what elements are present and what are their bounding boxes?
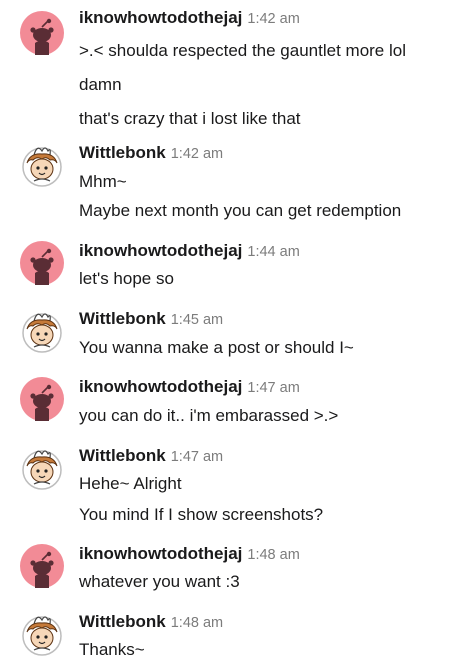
username[interactable]: Wittlebonk [79, 612, 166, 631]
message-header: iknowhowtodothejaj 1:42 am [79, 8, 300, 28]
message-header: Wittlebonk 1:42 am [79, 143, 223, 163]
username[interactable]: iknowhowtodothejaj [79, 241, 242, 260]
timestamp: 1:48 am [170, 615, 224, 631]
custom-character-avatar-icon[interactable] [20, 446, 64, 490]
message-text: let's hope so [79, 269, 174, 288]
message-text: You wanna make a post or should I~ [79, 338, 354, 357]
custom-character-avatar-icon[interactable] [20, 309, 64, 353]
message-text: Thanks~ [79, 640, 145, 659]
snoo-pink-avatar-icon[interactable] [20, 11, 64, 55]
username[interactable]: Wittlebonk [79, 143, 166, 162]
message-header: iknowhowtodothejaj 1:44 am [79, 241, 300, 261]
snoo-pink-avatar-icon[interactable] [20, 241, 64, 285]
username[interactable]: Wittlebonk [79, 446, 166, 465]
username[interactable]: iknowhowtodothejaj [79, 544, 242, 563]
username[interactable]: iknowhowtodothejaj [79, 377, 242, 396]
message-text: that's crazy that i lost like that [79, 109, 301, 128]
timestamp: 1:45 am [170, 312, 224, 328]
timestamp: 1:47 am [247, 380, 300, 396]
message-text: Mhm~ [79, 172, 127, 191]
message-header: iknowhowtodothejaj 1:48 am [79, 544, 300, 564]
snoo-pink-avatar-icon[interactable] [20, 377, 64, 421]
timestamp: 1:48 am [247, 547, 300, 563]
timestamp: 1:44 am [247, 244, 300, 260]
message-text: Hehe~ Alright [79, 474, 182, 493]
message-text: you can do it.. i'm embarassed >.> [79, 406, 339, 425]
username[interactable]: iknowhowtodothejaj [79, 8, 242, 27]
message-header: Wittlebonk 1:48 am [79, 612, 223, 632]
message-text: You mind If I show screenshots? [79, 505, 324, 524]
custom-character-avatar-icon[interactable] [20, 612, 64, 656]
message-text: Maybe next month you can get redemption [79, 201, 402, 220]
message-text: >.< shoulda respected the gauntlet more … [79, 41, 406, 60]
snoo-pink-avatar-icon[interactable] [20, 544, 64, 588]
message-header: Wittlebonk 1:45 am [79, 309, 223, 329]
message-text: whatever you want :3 [79, 572, 240, 591]
custom-character-avatar-icon[interactable] [20, 143, 64, 187]
username[interactable]: Wittlebonk [79, 309, 166, 328]
timestamp: 1:47 am [170, 449, 224, 465]
message-header: Wittlebonk 1:47 am [79, 446, 223, 466]
timestamp: 1:42 am [247, 11, 300, 27]
timestamp: 1:42 am [170, 146, 224, 162]
message-text: damn [79, 75, 122, 94]
message-header: iknowhowtodothejaj 1:47 am [79, 377, 300, 397]
